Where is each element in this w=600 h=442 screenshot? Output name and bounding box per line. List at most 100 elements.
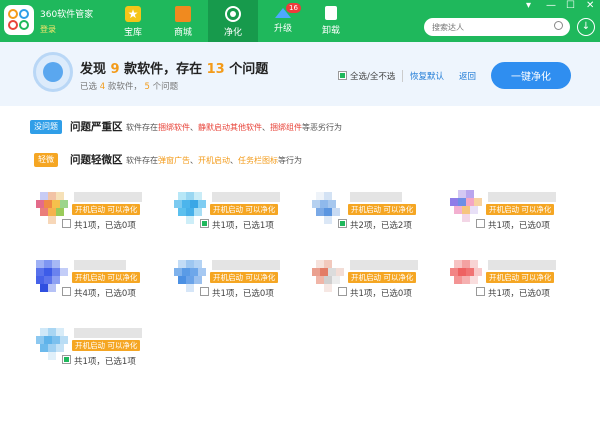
desc-text: 、 xyxy=(262,123,270,132)
menu-dropdown-icon[interactable]: ▾ xyxy=(526,0,531,11)
download-icon[interactable]: ↓ xyxy=(577,18,595,36)
desc-text: 等行为 xyxy=(278,156,302,165)
search-icon[interactable] xyxy=(554,21,563,30)
one-click-clean-button[interactable]: 一键净化 xyxy=(491,62,571,89)
severe-section-desc: 软件存在捆绑软件、静默启动其他软件、捆绑组件等恶劣行为 xyxy=(126,122,342,133)
startup-tag: 开机启动 可以净化 xyxy=(348,272,417,283)
software-checkbox[interactable] xyxy=(338,219,347,228)
software-checkbox[interactable] xyxy=(62,219,71,228)
upgrade-count-badge: 16 xyxy=(286,3,301,13)
software-checkbox[interactable] xyxy=(338,287,347,296)
desc-highlight: 弹窗广告 xyxy=(158,156,190,165)
item-count: 共4项，已选0项 xyxy=(74,289,136,299)
back-link[interactable]: 返回 xyxy=(459,70,476,82)
summary-text: 已选 xyxy=(80,82,100,92)
select-all-label: 全选/全不选 xyxy=(350,72,396,82)
nav-upgrade[interactable]: 16 升级 xyxy=(258,0,308,42)
clean-scan-icon xyxy=(33,52,73,92)
software-name-blurred xyxy=(488,260,556,270)
close-icon[interactable]: ✕ xyxy=(586,0,594,11)
top-bar: 360软件管家 登录 ★ 宝库 商城 净化 16 升级 卸载 ▾ — ☐ ✕ ↓ xyxy=(0,0,600,42)
desc-text: 、 xyxy=(190,123,198,132)
summary-title: 发现 9 款软件，存在 13 个问题 xyxy=(80,58,268,77)
mild-issue-section: 轻微 问题轻微区 软件存在弹窗广告、开机启动、任务栏图标等行为 xyxy=(0,143,600,177)
star-icon: ★ xyxy=(125,6,141,22)
summary-text: 个问题 xyxy=(149,82,179,92)
software-card[interactable]: 开机启动 可以净化 共1项，已选0项 xyxy=(448,254,578,314)
item-count: 共1项，已选0项 xyxy=(74,221,136,231)
nav-shop[interactable]: 商城 xyxy=(158,0,208,42)
no-issue-tag: 没问题 xyxy=(30,120,62,134)
software-card[interactable]: 开机启动 可以净化 共2项，已选2项 xyxy=(310,186,440,246)
mild-tag: 轻微 xyxy=(34,153,58,167)
search-input[interactable] xyxy=(424,18,570,36)
startup-tag: 开机启动 可以净化 xyxy=(348,204,417,215)
software-name-blurred xyxy=(74,260,126,270)
found-count: 9 xyxy=(110,62,120,77)
startup-tag: 开机启动 可以净化 xyxy=(72,204,141,215)
software-card[interactable]: 开机启动 可以净化 共1项，已选0项 xyxy=(34,186,164,246)
summary-text: 发现 xyxy=(80,62,111,77)
nav-clean[interactable]: 净化 xyxy=(208,0,258,42)
item-count: 共2项，已选2项 xyxy=(350,221,412,231)
mild-section-desc: 软件存在弹窗广告、开机启动、任务栏图标等行为 xyxy=(126,155,302,166)
software-name-blurred xyxy=(74,328,142,338)
desc-text: 、 xyxy=(190,156,198,165)
software-checkbox[interactable] xyxy=(62,355,71,364)
item-count: 共1项，已选1项 xyxy=(212,221,274,231)
software-card[interactable]: 开机启动 可以净化 共1项，已选0项 xyxy=(172,254,302,314)
software-card[interactable]: 开机启动 可以净化 共1项，已选0项 xyxy=(310,254,440,314)
minimize-icon[interactable]: — xyxy=(546,0,556,11)
item-count: 共1项，已选0项 xyxy=(488,289,550,299)
software-checkbox[interactable] xyxy=(200,219,209,228)
software-name-blurred xyxy=(350,260,418,270)
desc-text: 软件存在 xyxy=(126,123,158,132)
severe-section-title: 问题严重区 xyxy=(70,121,123,133)
select-all-checkbox[interactable] xyxy=(338,71,347,80)
trash-icon xyxy=(325,6,337,20)
software-checkbox[interactable] xyxy=(200,287,209,296)
clean-icon xyxy=(225,6,241,22)
issue-count: 13 xyxy=(206,62,225,77)
desc-highlight: 开机启动 xyxy=(198,156,230,165)
desc-text: 软件存在 xyxy=(126,156,158,165)
mild-section-title: 问题轻微区 xyxy=(70,154,123,166)
summary-text: 款软件， xyxy=(105,82,145,92)
startup-tag: 开机启动 可以净化 xyxy=(486,204,555,215)
login-link[interactable]: 登录 xyxy=(40,24,56,35)
summary-text: 款软件，存在 xyxy=(119,62,207,77)
startup-tag: 开机启动 可以净化 xyxy=(72,340,141,351)
software-card[interactable]: 开机启动 可以净化 共1项，已选1项 xyxy=(172,186,302,246)
nav-label: 净化 xyxy=(223,28,242,38)
maximize-icon[interactable]: ☐ xyxy=(566,0,575,11)
restore-default-link[interactable]: 恢复默认 xyxy=(410,70,444,82)
software-card[interactable]: 开机启动 可以净化 共1项，已选0项 xyxy=(448,186,578,246)
app-name: 360软件管家 xyxy=(40,10,94,20)
nav-label: 卸载 xyxy=(321,26,340,36)
item-count: 共1项，已选0项 xyxy=(350,289,412,299)
desc-highlight: 静默启动其他软件 xyxy=(198,123,262,132)
desc-highlight: 捆绑组件 xyxy=(270,123,302,132)
software-name-blurred xyxy=(74,192,142,202)
software-checkbox[interactable] xyxy=(62,287,71,296)
select-all-toggle[interactable]: 全选/全不选 xyxy=(338,70,395,82)
scan-summary: 发现 9 款软件，存在 13 个问题 已选 4 款软件， 5 个问题 全选/全不… xyxy=(0,42,600,106)
nav-label: 宝库 xyxy=(123,28,142,38)
software-card[interactable]: 开机启动 可以净化 共4项，已选0项 xyxy=(34,254,164,314)
software-checkbox[interactable] xyxy=(476,219,485,228)
software-name-blurred xyxy=(350,192,402,202)
software-name-blurred xyxy=(212,192,280,202)
item-count: 共1项，已选0项 xyxy=(488,221,550,231)
nav-uninstall[interactable]: 卸载 xyxy=(306,0,356,42)
software-card[interactable]: 开机启动 可以净化 共1项，已选1项 xyxy=(34,322,164,382)
startup-tag: 开机启动 可以净化 xyxy=(210,272,279,283)
desc-highlight: 任务栏图标 xyxy=(238,156,278,165)
item-count: 共1项，已选0项 xyxy=(212,289,274,299)
divider xyxy=(402,70,403,82)
nav-baoku[interactable]: ★ 宝库 xyxy=(108,0,158,42)
severe-issue-section: 没问题 问题严重区 软件存在捆绑软件、静默启动其他软件、捆绑组件等恶劣行为 xyxy=(0,110,600,144)
summary-subtitle: 已选 4 款软件， 5 个问题 xyxy=(80,80,178,92)
software-checkbox[interactable] xyxy=(476,287,485,296)
desc-text: 等恶劣行为 xyxy=(302,123,342,132)
desc-text: 、 xyxy=(230,156,238,165)
